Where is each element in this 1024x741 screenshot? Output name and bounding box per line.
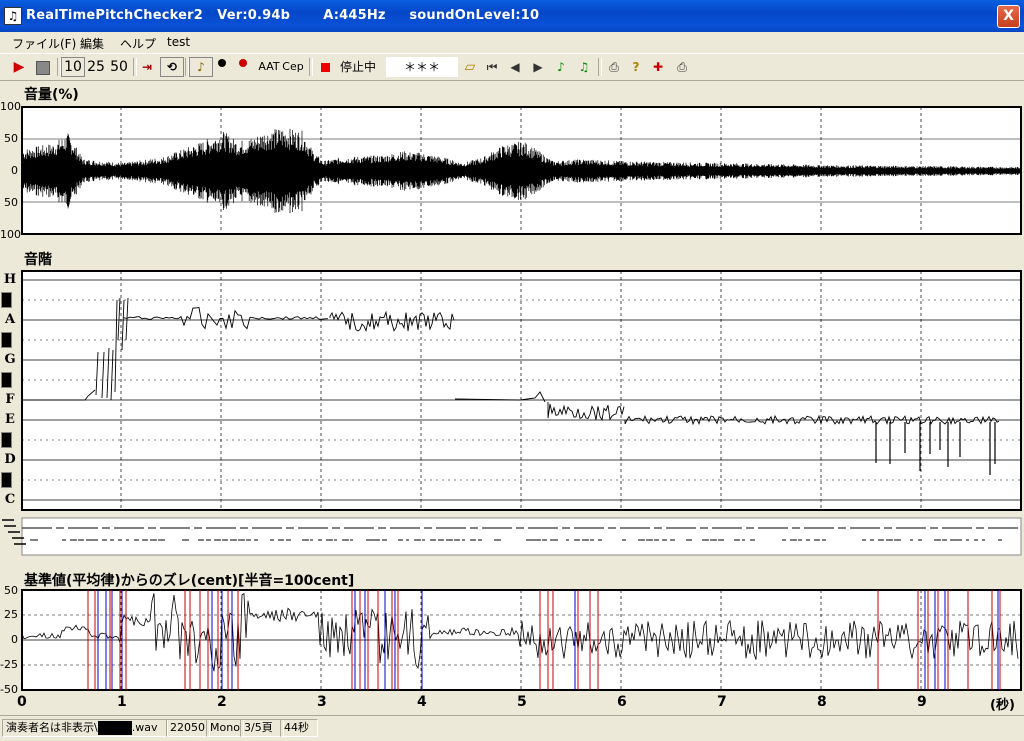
strip-frame (21, 517, 1022, 556)
redacted-block (97, 721, 132, 735)
filename-ext: .wav (131, 721, 158, 734)
pitch-scale-panel (21, 270, 1022, 511)
status-sample-rate: 22050 (166, 719, 210, 737)
status-duration: 44秒 (280, 719, 318, 737)
status-channels: Mono (206, 719, 244, 737)
status-page: 3/5頁 (240, 719, 284, 737)
volume-waveform-panel (21, 106, 1022, 235)
status-filename: 演奏者名は非表示\ .wav (2, 719, 168, 737)
scale-frame (21, 270, 1022, 511)
cent-deviation-panel (21, 589, 1022, 691)
status-bar: 演奏者名は非表示\ .wav 22050 Mono 3/5頁 44秒 (0, 715, 1024, 741)
filename-text: 演奏者名は非表示\ (6, 721, 98, 734)
graph-area (2, 106, 1022, 691)
note-strip-panel (2, 517, 1022, 556)
